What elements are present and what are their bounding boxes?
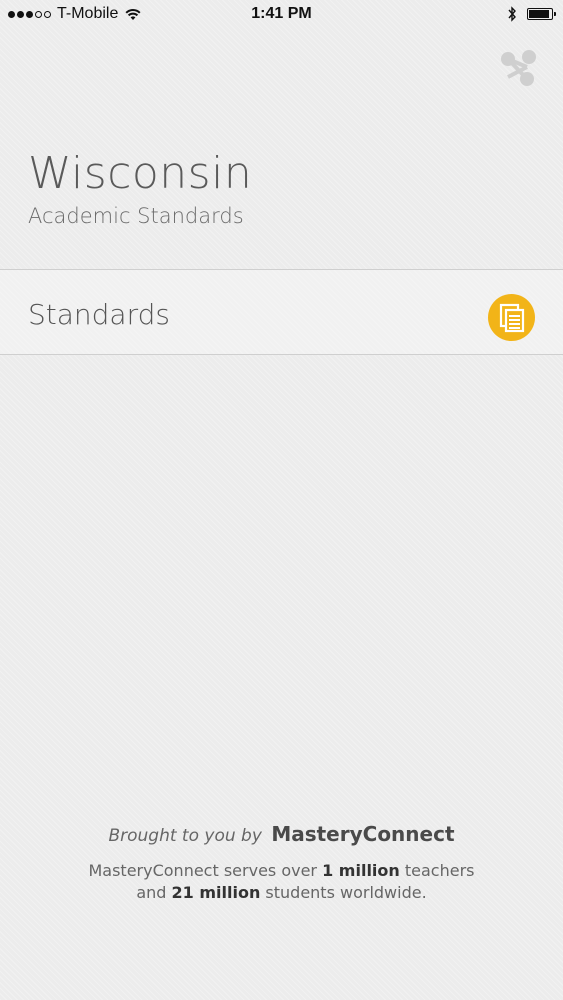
stats-line-1-bold: 1 million: [322, 861, 400, 880]
status-time: 1:41 PM: [251, 5, 312, 22]
stats-text: MasteryConnect serves over 1 million tea…: [0, 860, 563, 904]
brought-by-prefix: Brought to you by: [108, 826, 262, 846]
battery-fill: [529, 10, 549, 18]
stats-line-2-post: students worldwide.: [260, 883, 427, 902]
stats-line-1: MasteryConnect serves over 1 million tea…: [0, 860, 563, 882]
documents-icon: [488, 294, 535, 341]
list-item-label: Standards: [28, 298, 170, 331]
share-icon: [501, 50, 536, 86]
status-bar: T-Mobile 1:41 PM: [0, 0, 563, 30]
bluetooth-icon: [508, 6, 516, 22]
list-item-standards[interactable]: Standards: [0, 269, 563, 355]
brought-by: Brought to you by MasteryConnect: [0, 822, 563, 846]
screen: T-Mobile 1:41 PM Wisconsin Academic Stan…: [0, 0, 563, 1000]
page-title: Wisconsin: [28, 148, 253, 199]
stats-line-1-pre: MasteryConnect serves over: [88, 861, 323, 880]
battery-icon: [527, 8, 556, 20]
stats-line-2-bold: 21 million: [171, 883, 261, 902]
page-subtitle: Academic Standards: [28, 204, 244, 228]
brand-link[interactable]: MasteryConnect: [271, 822, 454, 846]
share-button[interactable]: [496, 48, 540, 88]
footer: Brought to you by MasteryConnect Mastery…: [0, 822, 563, 904]
stats-line-1-post: teachers: [399, 861, 475, 880]
stats-line-2: and 21 million students worldwide.: [0, 882, 563, 904]
status-right: [507, 6, 556, 22]
stats-line-2-pre: and: [136, 883, 172, 902]
